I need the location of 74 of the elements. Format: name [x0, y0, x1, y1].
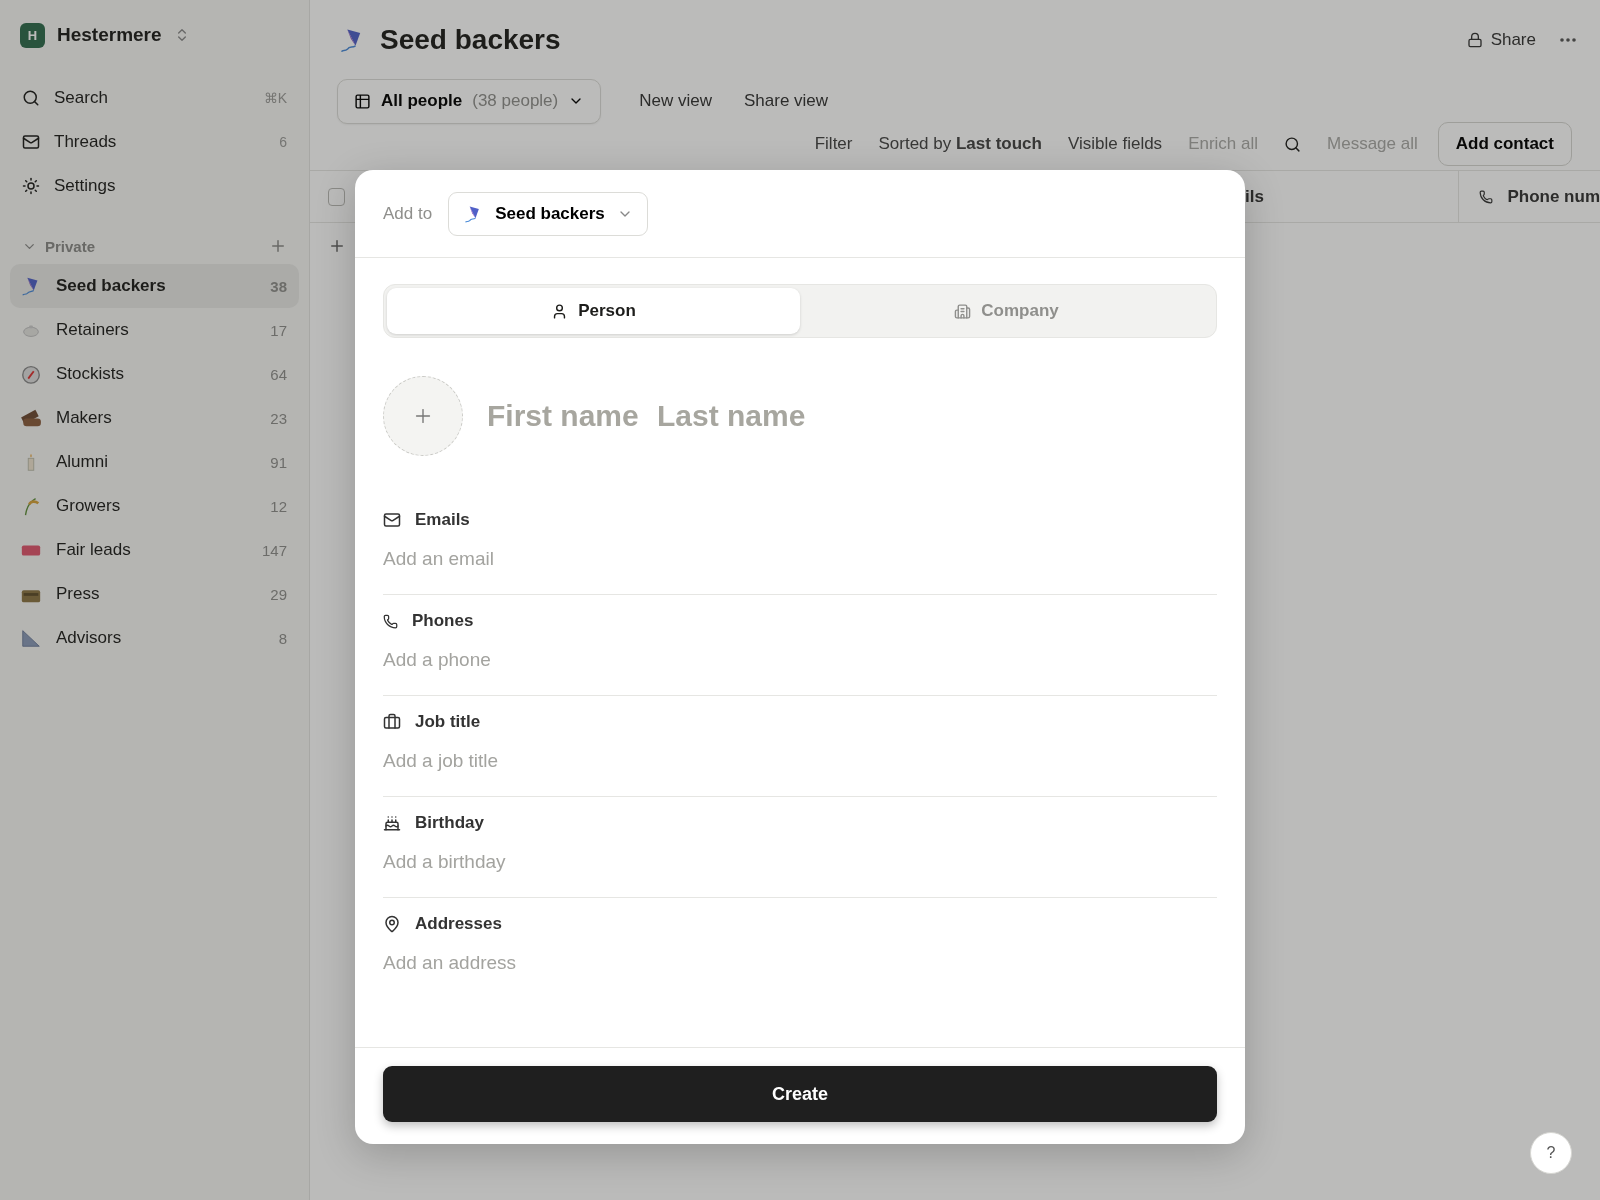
list-name: Retainers: [56, 320, 129, 340]
list-item[interactable]: Advisors 8: [10, 616, 299, 660]
list-name: Advisors: [56, 628, 122, 648]
list-count: 38: [270, 277, 287, 295]
list-name: Stockists: [56, 364, 125, 384]
nav-item[interactable]: Threads: [54, 132, 117, 152]
toolbar-button[interactable]: Visible fields: [1067, 134, 1163, 154]
add-contact-button[interactable]: Add contact: [1437, 122, 1572, 166]
search-icon: [1284, 135, 1302, 153]
list-count: 8: [278, 629, 287, 647]
field-label: Phones: [412, 611, 474, 631]
list-item[interactable]: Press 29: [10, 572, 299, 616]
phone-icon: [1479, 189, 1494, 204]
list-item[interactable]: Seed backers 38: [10, 264, 299, 308]
select-all-checkbox[interactable]: [328, 187, 346, 206]
column-header[interactable]: Phone num: [1507, 186, 1600, 207]
search-icon: [22, 89, 40, 107]
list-item[interactable]: Fair leads 147: [10, 528, 299, 572]
list-item[interactable]: Makers 23: [10, 396, 299, 440]
phone-icon: [383, 613, 398, 629]
list-count: 17: [270, 321, 287, 339]
list-selector[interactable]: Seed backers: [448, 191, 648, 236]
building-icon: [954, 302, 972, 320]
toolbar-button[interactable]: Filter: [814, 134, 853, 154]
nav-hint: 6: [279, 134, 287, 150]
list-count: 147: [261, 541, 287, 559]
list-name: Press: [56, 584, 100, 604]
mail-icon: [22, 133, 40, 151]
logs-icon: [20, 408, 42, 428]
list-name: Fair leads: [56, 540, 131, 560]
briefcase-icon: [383, 713, 401, 731]
list-count: 64: [270, 365, 287, 383]
record-type-tab[interactable]: Person: [387, 288, 800, 334]
share-button[interactable]: Share: [1456, 24, 1546, 56]
add-to-label: Add to: [383, 203, 433, 224]
field-label: Job title: [415, 712, 481, 732]
compass-icon: [20, 363, 42, 385]
plus-icon: [328, 237, 346, 255]
list-item[interactable]: Alumni 91: [10, 440, 299, 484]
list-item[interactable]: Stockists 64: [10, 352, 299, 396]
page-title: Seed backers: [380, 24, 561, 56]
lock-icon: [1466, 32, 1483, 48]
list-count: 23: [270, 409, 287, 427]
nav-item[interactable]: Search: [54, 88, 108, 108]
field-label: Addresses: [415, 914, 502, 934]
list-count: 12: [270, 497, 287, 515]
map-pin-icon: [383, 915, 401, 933]
list-count: 91: [270, 453, 287, 471]
column-header[interactable]: ils: [1245, 186, 1264, 207]
field-label: Emails: [415, 510, 470, 530]
mail-icon: [383, 511, 401, 529]
table-icon: [354, 92, 371, 110]
nav-item[interactable]: Settings: [54, 176, 116, 196]
list-count: 29: [270, 585, 287, 603]
settings-icon: [22, 177, 40, 195]
cake-icon: [383, 814, 401, 832]
list-name: Alumni: [56, 452, 108, 472]
workspace-badge[interactable]: H: [20, 22, 45, 48]
list-item[interactable]: Retainers 17: [10, 308, 299, 352]
list-name: Seed backers: [56, 276, 166, 296]
list-name: Growers: [56, 496, 121, 516]
field-label: Birthday: [415, 813, 484, 833]
help-button[interactable]: ?: [1530, 1132, 1572, 1174]
list-name: Makers: [56, 408, 112, 428]
toolbar-button[interactable]: Sorted by Last touch: [878, 134, 1042, 154]
view-action[interactable]: New view: [627, 85, 724, 117]
more-icon: [1560, 38, 1576, 42]
view-action[interactable]: Share view: [732, 85, 841, 117]
nav-hint: ⌘K: [263, 90, 287, 106]
create-button[interactable]: Create: [383, 1066, 1217, 1122]
view-selector[interactable]: All people (38 people): [337, 78, 602, 124]
workspace-name[interactable]: Hestermere: [57, 24, 162, 46]
plus-icon: [269, 237, 287, 255]
list-item[interactable]: Growers 12: [10, 484, 299, 528]
